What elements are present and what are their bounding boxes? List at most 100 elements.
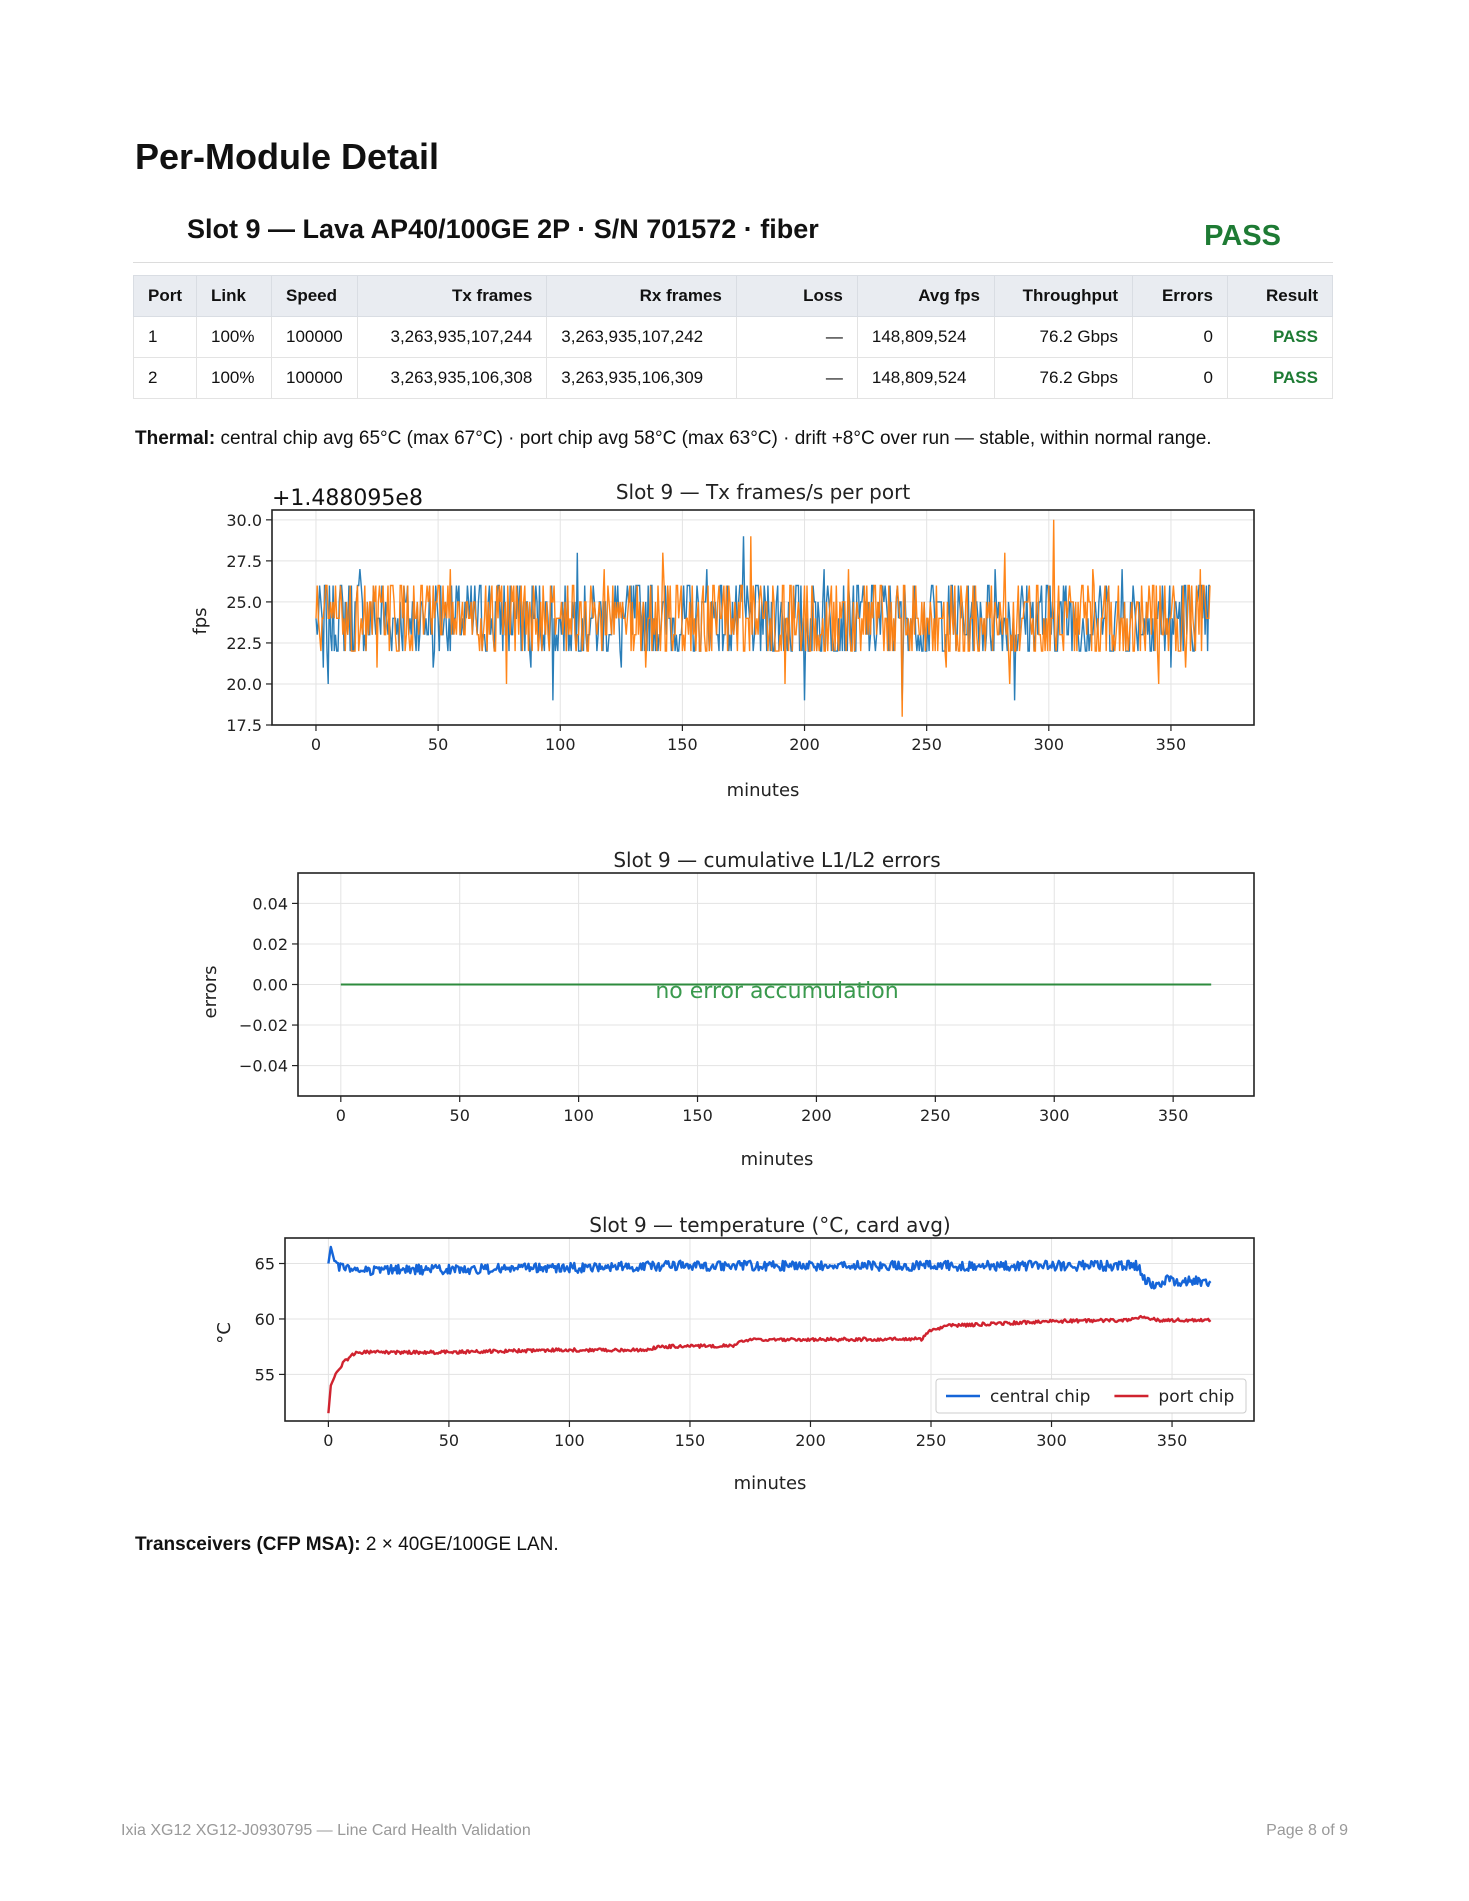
x-tick-label: 200 xyxy=(789,735,820,754)
y-tick-label: 22.5 xyxy=(226,634,262,653)
chart-title: Slot 9 — temperature (°C, card avg) xyxy=(589,1213,950,1237)
series-line xyxy=(315,519,1211,717)
table-header-row: Port Link Speed Tx frames Rx frames Loss… xyxy=(133,275,1333,317)
table-row: 1 100% 100000 3,263,935,107,244 3,263,93… xyxy=(133,316,1333,358)
x-tick-label: 250 xyxy=(911,735,942,754)
cell-speed: 100000 xyxy=(271,357,358,399)
y-tick-label: 60 xyxy=(255,1310,275,1329)
x-axis-label: minutes xyxy=(727,780,800,801)
y-tick-label: 65 xyxy=(255,1255,275,1274)
cell-rx-frames: 3,263,935,107,242 xyxy=(546,316,737,358)
col-header-rx-frames: Rx frames xyxy=(546,275,737,317)
cell-result: PASS xyxy=(1227,316,1333,358)
col-header-link: Link xyxy=(196,275,272,317)
cell-speed: 100000 xyxy=(271,316,358,358)
slot-result-badge: PASS xyxy=(1204,220,1281,252)
y-tick-label: 27.5 xyxy=(226,552,262,571)
col-header-avg-fps: Avg fps xyxy=(856,275,995,317)
cell-throughput: 76.2 Gbps xyxy=(993,357,1134,399)
y-axis-label: fps xyxy=(190,607,211,634)
cell-loss: — xyxy=(735,316,858,358)
y-tick-label: −0.02 xyxy=(239,1016,288,1035)
slot-header: Slot 9 — Lava AP40/100GE 2P · S/N 701572… xyxy=(133,210,1333,263)
x-tick-label: 0 xyxy=(311,735,321,754)
thermal-summary: Thermal: central chip avg 65°C (max 67°C… xyxy=(135,428,1335,450)
cell-port: 1 xyxy=(133,316,197,358)
y-tick-label: 20.0 xyxy=(226,675,262,694)
x-tick-label: 0 xyxy=(336,1106,346,1125)
col-header-speed: Speed xyxy=(271,275,358,317)
cell-avg-fps: 148,809,524 xyxy=(856,357,995,399)
col-header-port: Port xyxy=(133,275,197,317)
chart-temperature: Slot 9 — temperature (°C, card avg) minu… xyxy=(214,1213,1255,1494)
col-header-result: Result xyxy=(1227,275,1333,317)
x-tick-label: 350 xyxy=(1157,1431,1188,1450)
x-tick-label: 50 xyxy=(439,1431,459,1450)
thermal-label: Thermal: xyxy=(135,428,216,449)
cell-link: 100% xyxy=(196,357,272,399)
chart-title: Slot 9 — Tx frames/s per port xyxy=(616,480,911,504)
transceivers-summary: Transceivers (CFP MSA): 2 × 40GE/100GE L… xyxy=(135,1534,559,1556)
x-tick-label: 250 xyxy=(916,1431,947,1450)
x-tick-label: 300 xyxy=(1034,735,1065,754)
chart-tx-fps: Slot 9 — Tx frames/s per port minutes fp… xyxy=(190,480,1255,801)
cell-errors: 0 xyxy=(1132,316,1228,358)
chart-annotation: no error accumulation xyxy=(655,979,898,1004)
x-tick-label: 300 xyxy=(1036,1431,1067,1450)
x-tick-label: 150 xyxy=(667,735,698,754)
x-tick-label: 150 xyxy=(682,1106,713,1125)
table-row: 2 100% 100000 3,263,935,106,308 3,263,93… xyxy=(133,357,1333,399)
cell-avg-fps: 148,809,524 xyxy=(856,316,995,358)
chart-title: Slot 9 — cumulative L1/L2 errors xyxy=(613,848,940,872)
thermal-text: central chip avg 65°C (max 67°C) · port … xyxy=(215,428,1212,449)
x-tick-label: 200 xyxy=(795,1431,826,1450)
y-tick-label: 0.04 xyxy=(252,894,288,913)
y-tick-label: 0.02 xyxy=(252,935,288,954)
cell-tx-frames: 3,263,935,106,308 xyxy=(356,357,548,399)
x-tick-label: 0 xyxy=(323,1431,333,1450)
y-axis-label: errors xyxy=(200,966,221,1019)
x-tick-label: 100 xyxy=(554,1431,585,1450)
x-tick-label: 300 xyxy=(1039,1106,1070,1125)
x-tick-label: 150 xyxy=(675,1431,706,1450)
x-tick-label: 100 xyxy=(563,1106,594,1125)
chart-offset-label: +1.488095e8 xyxy=(272,486,423,511)
chart-cumulative-errors: Slot 9 — cumulative L1/L2 errors minutes… xyxy=(200,848,1255,1170)
x-axis-label: minutes xyxy=(734,1473,807,1494)
x-tick-label: 350 xyxy=(1156,735,1187,754)
x-tick-label: 50 xyxy=(450,1106,470,1125)
x-tick-label: 250 xyxy=(920,1106,951,1125)
col-header-errors: Errors xyxy=(1132,275,1228,317)
y-tick-label: −0.04 xyxy=(239,1057,288,1076)
cell-result: PASS xyxy=(1227,357,1333,399)
x-tick-label: 100 xyxy=(545,735,576,754)
cell-tx-frames: 3,263,935,107,244 xyxy=(356,316,548,358)
series-line xyxy=(327,1245,1212,1290)
cell-port: 2 xyxy=(133,357,197,399)
footer-document-title: Ixia XG12 XG12-J0930795 — Line Card Heal… xyxy=(121,1822,531,1839)
chart-legend: central chip port chip xyxy=(935,1378,1247,1414)
y-tick-label: 17.5 xyxy=(226,716,262,735)
footer-page-number: Page 8 of 9 xyxy=(1266,1822,1348,1839)
y-tick-label: 25.0 xyxy=(226,593,262,612)
y-tick-label: 30.0 xyxy=(226,511,262,530)
cell-link: 100% xyxy=(196,316,272,358)
col-header-tx-frames: Tx frames xyxy=(356,275,548,317)
cell-errors: 0 xyxy=(1132,357,1228,399)
cell-loss: — xyxy=(735,357,858,399)
x-axis-label: minutes xyxy=(741,1149,814,1170)
transceivers-label: Transceivers (CFP MSA): xyxy=(135,1534,361,1555)
x-tick-label: 350 xyxy=(1158,1106,1189,1125)
y-tick-label: 55 xyxy=(255,1365,275,1384)
port-results-table: Port Link Speed Tx frames Rx frames Loss… xyxy=(133,275,1333,399)
slot-title: Slot 9 — Lava AP40/100GE 2P · S/N 701572… xyxy=(187,214,819,244)
col-header-throughput: Throughput xyxy=(993,275,1134,317)
y-axis-label: °C xyxy=(214,1322,235,1344)
x-tick-label: 50 xyxy=(428,735,448,754)
cell-throughput: 76.2 Gbps xyxy=(993,316,1134,358)
chart-data-layer xyxy=(315,519,1211,717)
legend-label: central chip xyxy=(990,1387,1090,1407)
x-tick-label: 200 xyxy=(801,1106,832,1125)
col-header-loss: Loss xyxy=(735,275,858,317)
cell-rx-frames: 3,263,935,106,309 xyxy=(546,357,737,399)
